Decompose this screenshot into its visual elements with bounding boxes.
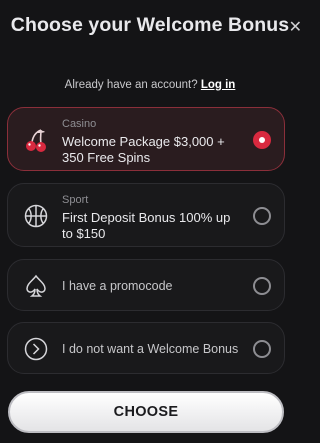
page-title: Choose your Welcome Bonus [10, 14, 290, 36]
bonus-option-sport[interactable]: Sport First Deposit Bonus 100% up to $15… [7, 183, 285, 247]
bonus-option-promocode[interactable]: I have a promocode [7, 259, 285, 311]
spade-icon [23, 273, 49, 299]
bonus-option-none[interactable]: I do not want a Welcome Bonus [7, 322, 285, 374]
login-prompt: Already have an account? Log in [64, 79, 236, 91]
option-category: Sport [62, 194, 89, 206]
cherries-icon [23, 127, 49, 153]
option-label: I do not want a Welcome Bonus [62, 342, 239, 356]
option-label: Welcome Package $3,000 + 350 Free Spins [62, 134, 225, 165]
choose-button[interactable]: CHOOSE [8, 391, 284, 433]
close-icon[interactable]: ✕ [289, 20, 302, 36]
option-label: First Deposit Bonus 100% up to $150 [62, 210, 231, 241]
radio-unselected[interactable] [253, 340, 271, 358]
option-label: I have a promocode [62, 279, 173, 293]
radio-dot [259, 137, 265, 143]
login-link[interactable]: Log in [201, 79, 236, 91]
basketball-icon [23, 203, 49, 229]
radio-selected[interactable] [253, 131, 271, 149]
chevron-right-circle-icon [23, 336, 49, 362]
bonus-option-casino[interactable]: Casino Welcome Package $3,000 + 350 Free… [7, 107, 285, 171]
radio-unselected[interactable] [253, 207, 271, 225]
option-category: Casino [62, 118, 97, 130]
radio-unselected[interactable] [253, 277, 271, 295]
